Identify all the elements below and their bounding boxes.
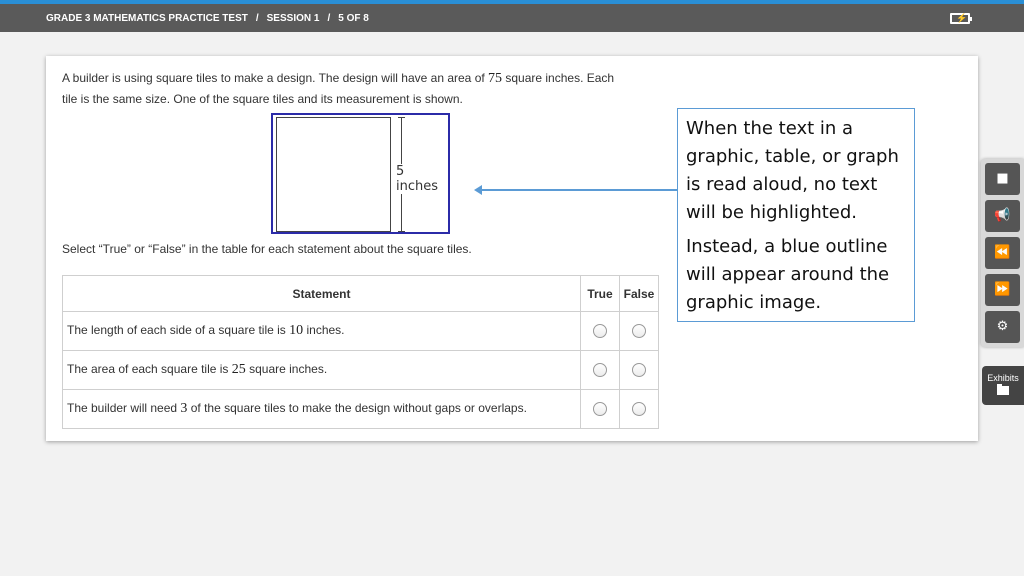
top-bar: GRADE 3 MATHEMATICS PRACTICE TEST / SESSIO… — [0, 0, 1024, 32]
statement-cell: The builder will need 3 of the square ti… — [62, 389, 581, 429]
statement-cell: The area of each square tile is 25 squar… — [62, 350, 581, 390]
false-radio[interactable] — [632, 402, 646, 417]
exhibits-button[interactable]: Exhibits — [982, 366, 1024, 405]
table-row: The area of each square tile is 25 squar… — [62, 350, 659, 390]
statement-number: 10 — [289, 323, 304, 338]
breadcrumb: GRADE 3 MATHEMATICS PRACTICE TEST / SESSIO… — [46, 13, 369, 24]
dimension-label: 5 inches — [395, 164, 448, 194]
table-header-row: Statement True False — [62, 275, 659, 312]
statement-text: of the square tiles to make the design w… — [187, 401, 527, 415]
statement-text: The length of each side of a square tile… — [67, 323, 290, 337]
false-radio[interactable] — [632, 324, 646, 339]
false-cell — [619, 311, 659, 351]
callout-arrow-line — [480, 189, 677, 191]
false-cell — [619, 350, 659, 390]
statement-cell: The length of each side of a square tile… — [62, 311, 581, 351]
square-tile — [276, 117, 391, 232]
true-cell — [580, 311, 620, 351]
test-title: GRADE 3 MATHEMATICS PRACTICE TEST — [46, 13, 248, 24]
true-cell — [580, 350, 620, 390]
rewind-icon[interactable]: ⏪ — [985, 237, 1020, 269]
header-true: True — [580, 275, 620, 312]
header-false: False — [619, 275, 659, 312]
statement-text: square inches. — [245, 362, 328, 376]
question-text-b: square inches. Each — [502, 71, 615, 85]
tts-toolbar: ■ 📢 ⏪ ⏩ ⚙ — [981, 159, 1024, 347]
false-cell — [619, 389, 659, 429]
speak-icon[interactable]: 📢 — [985, 200, 1020, 232]
breadcrumb-separator: / — [255, 13, 259, 24]
table-row: The length of each side of a square tile… — [62, 311, 659, 351]
false-radio[interactable] — [632, 363, 646, 378]
settings-icon[interactable]: ⚙ — [985, 311, 1020, 343]
area-value: 75 — [488, 71, 503, 86]
annotation-callout: When the text in a graphic, table, or gr… — [677, 108, 915, 322]
true-radio[interactable] — [593, 402, 607, 417]
statement-text: The builder will need — [67, 401, 181, 415]
true-cell — [580, 389, 620, 429]
session-label: SESSION 1 — [266, 13, 320, 24]
callout-arrow-head — [474, 185, 482, 195]
question-text-a: A builder is using square tiles to make … — [62, 71, 489, 85]
statement-table: Statement True False The length of each … — [62, 275, 659, 429]
instruction-text: Select “True” or “False” in the table fo… — [62, 242, 472, 256]
statement-number: 25 — [231, 362, 246, 377]
question-progress: 5 OF 8 — [338, 13, 369, 24]
true-radio[interactable] — [593, 363, 607, 378]
battery-icon: ⚡ — [950, 13, 972, 24]
folder-icon — [997, 384, 1009, 395]
dimension-cap-bottom — [398, 231, 405, 232]
question-text-c: tile is the same size. One of the square… — [62, 92, 463, 106]
true-radio[interactable] — [593, 324, 607, 339]
breadcrumb-separator: / — [327, 13, 331, 24]
table-row: The builder will need 3 of the square ti… — [62, 389, 659, 429]
callout-paragraph-1: When the text in a graphic, table, or gr… — [686, 118, 899, 223]
tile-figure: 5 inches — [271, 113, 450, 234]
header-statement: Statement — [62, 275, 581, 312]
exhibits-label: Exhibits — [987, 373, 1019, 383]
fast-forward-icon[interactable]: ⏩ — [985, 274, 1020, 306]
callout-paragraph-2: Instead, a blue outline will appear arou… — [686, 236, 890, 313]
question-stem: A builder is using square tiles to make … — [62, 68, 662, 109]
statement-text: The area of each square tile is — [67, 362, 232, 376]
statement-text: inches. — [303, 323, 345, 337]
stop-icon[interactable]: ■ — [985, 163, 1020, 195]
